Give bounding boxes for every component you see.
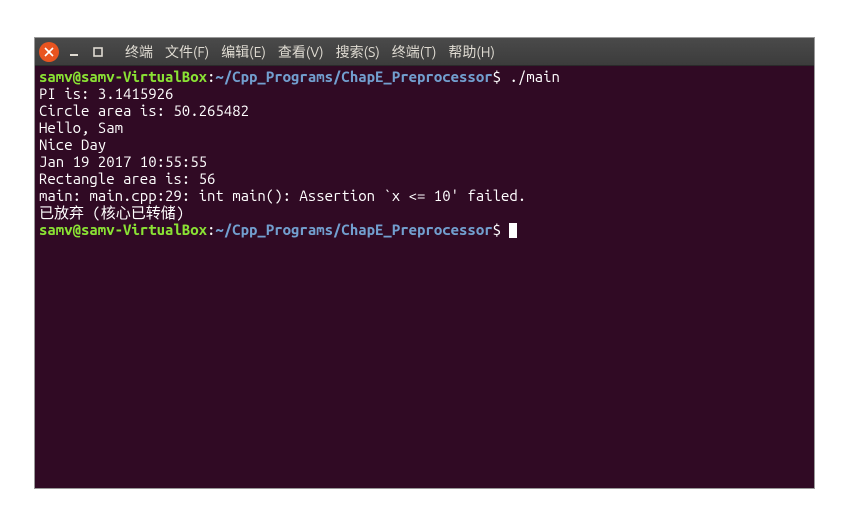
maximize-icon bbox=[92, 46, 104, 58]
prompt-line-2: samv@samv-VirtualBox:~/Cpp_Programs/Chap… bbox=[39, 221, 810, 238]
close-icon bbox=[44, 47, 54, 57]
titlebar: 终端 文件(F) 编辑(E) 查看(V) 搜索(S) 终端(T) 帮助(H) bbox=[35, 38, 814, 66]
prompt-userhost: samv@samv-VirtualBox bbox=[39, 68, 207, 85]
terminal-window: 终端 文件(F) 编辑(E) 查看(V) 搜索(S) 终端(T) 帮助(H) s… bbox=[35, 38, 814, 488]
output-line: Circle area is: 50.265482 bbox=[39, 102, 810, 119]
output-line: Rectangle area is: 56 bbox=[39, 170, 810, 187]
command-text: ./main bbox=[509, 68, 559, 85]
output-line: Nice Day bbox=[39, 136, 810, 153]
cursor bbox=[509, 223, 517, 238]
menu-bar: 终端 文件(F) 编辑(E) 查看(V) 搜索(S) 终端(T) 帮助(H) bbox=[121, 40, 499, 64]
output-line: Jan 19 2017 10:55:55 bbox=[39, 153, 810, 170]
menu-terminal[interactable]: 终端 bbox=[121, 40, 157, 64]
prompt-dollar: $ bbox=[493, 68, 510, 85]
output-line: Hello, Sam bbox=[39, 119, 810, 136]
prompt-dollar: $ bbox=[493, 221, 510, 238]
prompt-path: ~/Cpp_Programs/ChapE_Preprocessor bbox=[215, 221, 492, 238]
maximize-button[interactable] bbox=[89, 43, 107, 61]
prompt-path: ~/Cpp_Programs/ChapE_Preprocessor bbox=[215, 68, 492, 85]
terminal-content[interactable]: samv@samv-VirtualBox:~/Cpp_Programs/Chap… bbox=[35, 66, 814, 488]
output-line: PI is: 3.1415926 bbox=[39, 85, 810, 102]
minimize-button[interactable] bbox=[65, 43, 83, 61]
menu-terminal2[interactable]: 终端(T) bbox=[388, 40, 441, 64]
output-line: 已放弃 (核心已转储) bbox=[39, 204, 810, 221]
prompt-line-1: samv@samv-VirtualBox:~/Cpp_Programs/Chap… bbox=[39, 68, 810, 85]
prompt-userhost: samv@samv-VirtualBox bbox=[39, 221, 207, 238]
menu-view[interactable]: 查看(V) bbox=[274, 40, 328, 64]
menu-search[interactable]: 搜索(S) bbox=[332, 40, 384, 64]
close-button[interactable] bbox=[39, 42, 59, 62]
minimize-icon bbox=[68, 46, 80, 58]
menu-help[interactable]: 帮助(H) bbox=[444, 40, 499, 64]
menu-edit[interactable]: 编辑(E) bbox=[217, 40, 270, 64]
menu-file[interactable]: 文件(F) bbox=[161, 40, 213, 64]
output-line: main: main.cpp:29: int main(): Assertion… bbox=[39, 187, 810, 204]
window-controls bbox=[39, 42, 113, 62]
